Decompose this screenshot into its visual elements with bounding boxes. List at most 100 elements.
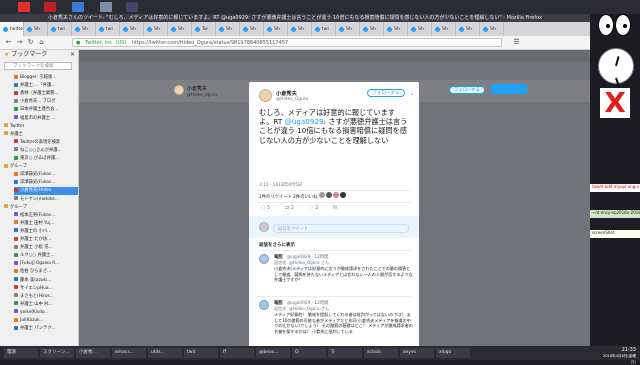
avatar[interactable] [259, 89, 272, 102]
forward-icon[interactable]: → [15, 38, 24, 47]
taskbar-task[interactable]: ff [220, 348, 254, 358]
bookmark-item[interactable]: Twitterの表現を検索 [14, 139, 78, 147]
taskbar-task[interactable]: スクリーン... [40, 348, 74, 358]
bookmark-item[interactable]: Jal(Kazuk... [14, 317, 78, 325]
taskbar-task[interactable]: 電源 [4, 348, 38, 358]
home-icon[interactable]: ⌂ [37, 38, 46, 47]
taskbar-task[interactable]: Q [292, 348, 326, 358]
reply-input[interactable]: 返信をツイート [273, 224, 409, 233]
browser-tab[interactable]: Sh [240, 22, 264, 36]
browser-tab[interactable]: twi [48, 22, 72, 36]
bookmark-item[interactable]: 弁護士 田村 Yuj... [14, 220, 78, 228]
browser-tab[interactable]: Sh [264, 22, 288, 36]
bookmark-item[interactable]: Twitter [4, 123, 78, 131]
browser-tab[interactable]: twi [312, 22, 336, 36]
browser-tab[interactable]: Sh [480, 22, 504, 36]
bookmark-item[interactable]: 小倉秀夫(Hideo... [14, 187, 78, 196]
bookmark-item[interactable]: グループ [4, 204, 78, 212]
desktop-app-icon[interactable] [100, 2, 112, 12]
browser-tab[interactable]: Sh [432, 22, 456, 36]
close-icon[interactable]: × [70, 50, 75, 60]
bookmark-item[interactable]: モトケン(motoke... [14, 196, 78, 204]
browser-tab[interactable]: Sh [384, 22, 408, 36]
desktop-app-icon[interactable] [44, 2, 56, 12]
follow-button[interactable]: フォローする [367, 89, 405, 97]
taskbar-task[interactable]: xeyes [400, 348, 434, 358]
taskbar-task[interactable]: xlogo [436, 348, 470, 358]
avatar[interactable] [333, 192, 339, 198]
avatar[interactable] [340, 192, 346, 198]
desktop-folder-icon[interactable] [72, 2, 84, 12]
bookmark-item[interactable]: 香林（弁護士業務... [14, 90, 78, 98]
menu-icon[interactable]: ☰ [512, 38, 521, 47]
reload-icon[interactable]: ↻ [26, 38, 35, 47]
browser-tab[interactable]: Sh [72, 22, 96, 36]
avatar[interactable] [319, 192, 325, 198]
tweet-author[interactable]: 小倉秀夫 [276, 90, 297, 97]
more-icon[interactable]: ⌄ [409, 90, 414, 97]
bookmark-item[interactable]: サイエンpHua... [14, 285, 78, 293]
taskbar-task[interactable]: utils... [148, 348, 182, 358]
bookmark-item[interactable]: 藤本 美(azuki... [14, 277, 78, 285]
bookmark-item[interactable]: 福島市の弁護士 ... [14, 115, 78, 123]
avatar[interactable] [259, 254, 269, 264]
browser-tab[interactable]: Tw [192, 22, 216, 36]
bookmark-item[interactable]: 小倉秀夫... ブログ [14, 98, 78, 106]
bookmark-item[interactable]: 佐伯 ひらまさ... [14, 268, 78, 276]
bookmark-item[interactable]: 弁護士 パンテク... [14, 325, 78, 333]
bookmark-item[interactable]: 弁護士 小松 浩... [14, 244, 78, 252]
bookmark-item[interactable]: 深澤諭史(Fukas... [14, 171, 78, 179]
browser-tab[interactable]: Sh [360, 22, 384, 36]
replies-header[interactable]: 返信をさらに表示 [259, 242, 295, 248]
bookmark-item[interactable]: ねこ○○さんが弁護... [14, 147, 78, 155]
browser-tab[interactable]: Sh [24, 22, 48, 36]
bookmark-item[interactable]: まさもと(Hiros... [14, 293, 78, 301]
bookmark-item[interactable]: 深澤諭史(Fukas... [14, 179, 78, 187]
bookmark-item[interactable]: Blogger: 引越後... [14, 74, 78, 82]
browser-tab[interactable]: Sh [120, 22, 144, 36]
desktop-app-icon[interactable] [18, 2, 30, 12]
bookmark-item[interactable]: 弁護士 たか坊... [14, 236, 78, 244]
browser-tab[interactable]: Sh [216, 22, 240, 36]
avatar[interactable] [326, 192, 332, 198]
bookmark-item[interactable]: 東京○ びるば弁護... [14, 155, 78, 163]
taskbar-task[interactable]: 小倉秀... [76, 348, 110, 358]
browser-tab[interactable]: Sh [144, 22, 168, 36]
browser-tab[interactable]: twi [96, 22, 120, 36]
url-bar[interactable]: ● Twitter, Inc. (US) https://twitter.com… [72, 38, 502, 47]
browser-tab[interactable]: Sh [336, 22, 360, 36]
back-icon[interactable]: ← [4, 38, 13, 47]
avatar[interactable] [259, 300, 269, 310]
follow-button[interactable]: フォローする [449, 86, 485, 94]
bookmark-item[interactable]: グループ [4, 163, 78, 171]
bookmark-item[interactable]: yoike(Kisdo... [14, 309, 78, 317]
bookmark-item[interactable]: 日本弁護士連合会... [14, 106, 78, 114]
tweet-button[interactable] [491, 84, 527, 94]
bookmark-item[interactable]: 松本正男(Fukas... [14, 212, 78, 220]
browser-tab[interactable]: Sh [168, 22, 192, 36]
desktop-app-icon[interactable] [126, 2, 138, 12]
bookmark-item[interactable]: 弁護士... 「弁護... [14, 82, 78, 90]
browser-tab[interactable]: Sh [408, 22, 432, 36]
bookmark-item[interactable]: 弁護士 山中 M... [14, 301, 78, 309]
dm-icon[interactable]: ✉ [333, 205, 337, 211]
bookmark-item[interactable]: 弁護士の 小川... [14, 228, 78, 236]
taskbar-task[interactable]: Tr [328, 348, 362, 358]
taskbar-task[interactable]: twit [184, 348, 218, 358]
like-action[interactable]: ♡ 2 [309, 205, 318, 211]
bookmark-item[interactable]: [Fukuj] Ogawa R... [14, 260, 78, 268]
reply-action[interactable]: ◌ 5 [261, 205, 270, 211]
browser-tab[interactable]: Sh [288, 22, 312, 36]
browser-tab[interactable]: twitter [0, 22, 24, 36]
retweet-action[interactable]: ⇄ 2 [285, 205, 294, 211]
mention-link[interactable]: @uga0929 [285, 117, 324, 126]
taskbar-task[interactable]: sclock [364, 348, 398, 358]
taskbar-task[interactable]: @beas... [256, 348, 290, 358]
bookmark-search-input[interactable]: ブックマークを検索 [4, 62, 72, 70]
browser-tab[interactable]: Sh [456, 22, 480, 36]
bookmark-item[interactable]: 弁護士 [4, 131, 78, 139]
bookmark-item[interactable]: ルク○○ 弁護士... [14, 252, 78, 260]
profile-name[interactable]: 小倉秀夫 [187, 85, 207, 92]
taskbar-task[interactable]: emacs... [112, 348, 146, 358]
avatar[interactable] [174, 85, 184, 95]
